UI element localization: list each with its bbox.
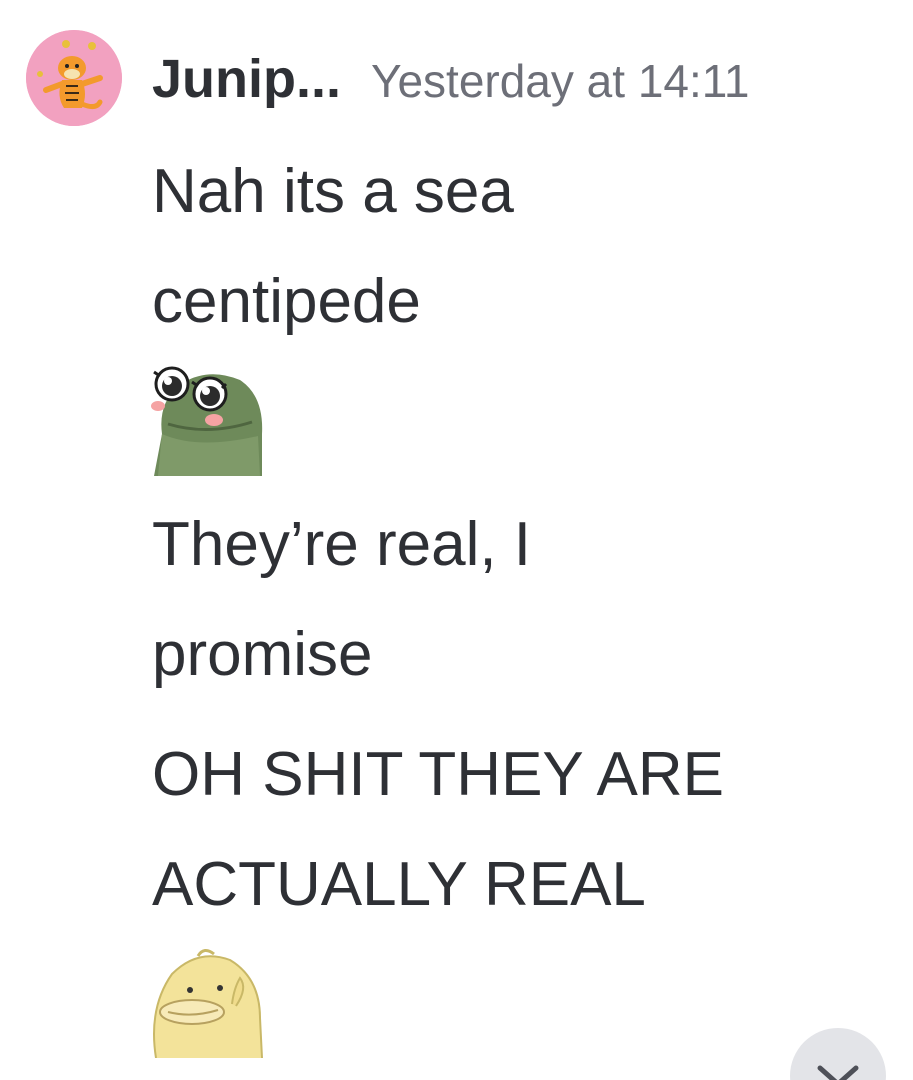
message-text-line: Nah its a sea (152, 157, 514, 226)
chevron-down-icon (817, 1065, 859, 1080)
message-text-line: OH SHIT THEY ARE (152, 740, 724, 809)
author-name[interactable]: Junip... (152, 48, 341, 110)
chat-message-group: Junip... Yesterday at 14:11 Nah its a se… (0, 0, 913, 1080)
tiger-avatar-icon (26, 30, 122, 126)
message-text-line: centipede (152, 267, 421, 336)
message-header: Junip... Yesterday at 14:11 (152, 48, 750, 118)
frog-emoji[interactable] (148, 364, 266, 481)
user-avatar[interactable] (26, 30, 122, 126)
jump-to-bottom-button[interactable] (790, 1028, 886, 1080)
message-text-line: They’re real, I (152, 510, 532, 579)
message-text-line: promise (152, 620, 373, 689)
message-timestamp: Yesterday at 14:11 (371, 55, 750, 107)
duck-emoji[interactable] (148, 948, 266, 1063)
message-text-line: ACTUALLY REAL (152, 850, 646, 919)
